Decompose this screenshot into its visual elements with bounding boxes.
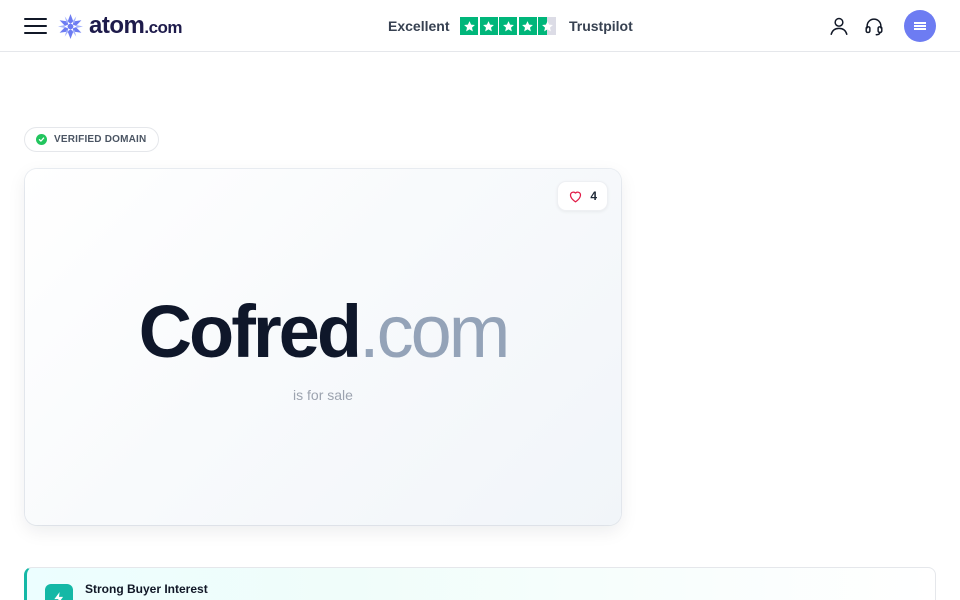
lightning-bolt-icon <box>45 584 73 600</box>
buyer-interest-title: Strong Buyer Interest <box>85 582 208 596</box>
user-account-icon[interactable] <box>828 15 850 37</box>
check-circle-icon <box>36 134 47 145</box>
heart-icon <box>570 191 582 202</box>
buyer-interest-banner: Strong Buyer Interest <box>24 567 936 600</box>
trust-stars <box>460 17 558 35</box>
logo-name: atom <box>89 12 145 39</box>
half-star-icon <box>538 17 557 35</box>
trustpilot-rating[interactable]: Excellent Trustpilot <box>388 16 633 36</box>
trust-rating-label: Excellent <box>388 18 450 34</box>
logo-tld: .com <box>144 18 183 37</box>
trustpilot-brand: Trustpilot <box>568 18 633 34</box>
atom-logo[interactable]: atom.com <box>57 12 183 40</box>
support-headset-icon[interactable] <box>863 15 885 37</box>
account-menu-button[interactable] <box>904 10 936 42</box>
domain-name-heading: Cofred.com <box>25 295 621 369</box>
atom-star-logo-icon <box>57 13 84 39</box>
domain-card: 4 Cofred.com is for sale <box>25 169 621 525</box>
domain-sld: Cofred <box>138 290 362 373</box>
domain-extension: .com <box>359 290 510 373</box>
star-icon <box>479 17 498 35</box>
star-icon <box>460 17 479 35</box>
top-navigation-bar: atom.com Excellent Trustpilot <box>0 0 960 52</box>
list-menu-icon <box>914 21 926 32</box>
favorite-button[interactable]: 4 <box>557 181 608 211</box>
verified-domain-label: VERIFIED DOMAIN <box>54 134 147 145</box>
sale-status-text: is for sale <box>293 387 353 403</box>
star-icon <box>499 17 518 35</box>
hamburger-menu-icon[interactable] <box>24 16 48 36</box>
logo-wordmark: atom.com <box>89 12 183 39</box>
star-icon <box>518 17 537 35</box>
favorite-count: 4 <box>590 189 597 203</box>
verified-domain-badge: VERIFIED DOMAIN <box>24 127 160 152</box>
